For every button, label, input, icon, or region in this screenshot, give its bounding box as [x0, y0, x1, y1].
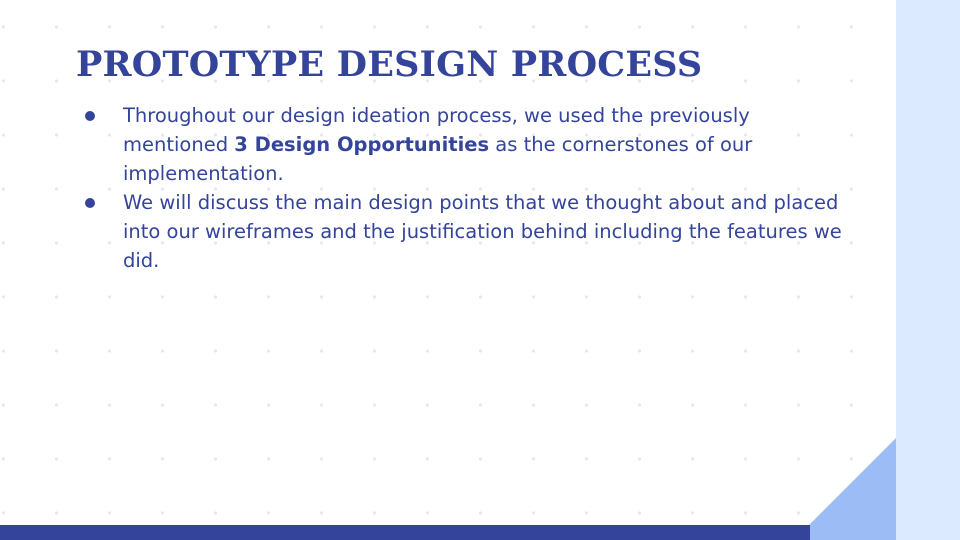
bullet-text: We will discuss the main design points t…	[123, 191, 842, 272]
slide: PROTOTYPE DESIGN PROCESS Throughout our …	[0, 0, 960, 540]
side-panel	[896, 0, 960, 540]
bottom-bar	[0, 525, 810, 540]
bullet-dot-icon	[85, 111, 95, 121]
bullet-dot-icon	[85, 198, 95, 208]
bullet-item: We will discuss the main design points t…	[80, 188, 850, 275]
bullet-item: Throughout our design ideation process, …	[80, 101, 850, 188]
slide-title: PROTOTYPE DESIGN PROCESS	[76, 44, 703, 85]
bullet-text-emphasis: 3 Design Opportunities	[234, 133, 490, 156]
bullet-list: Throughout our design ideation process, …	[80, 101, 850, 275]
